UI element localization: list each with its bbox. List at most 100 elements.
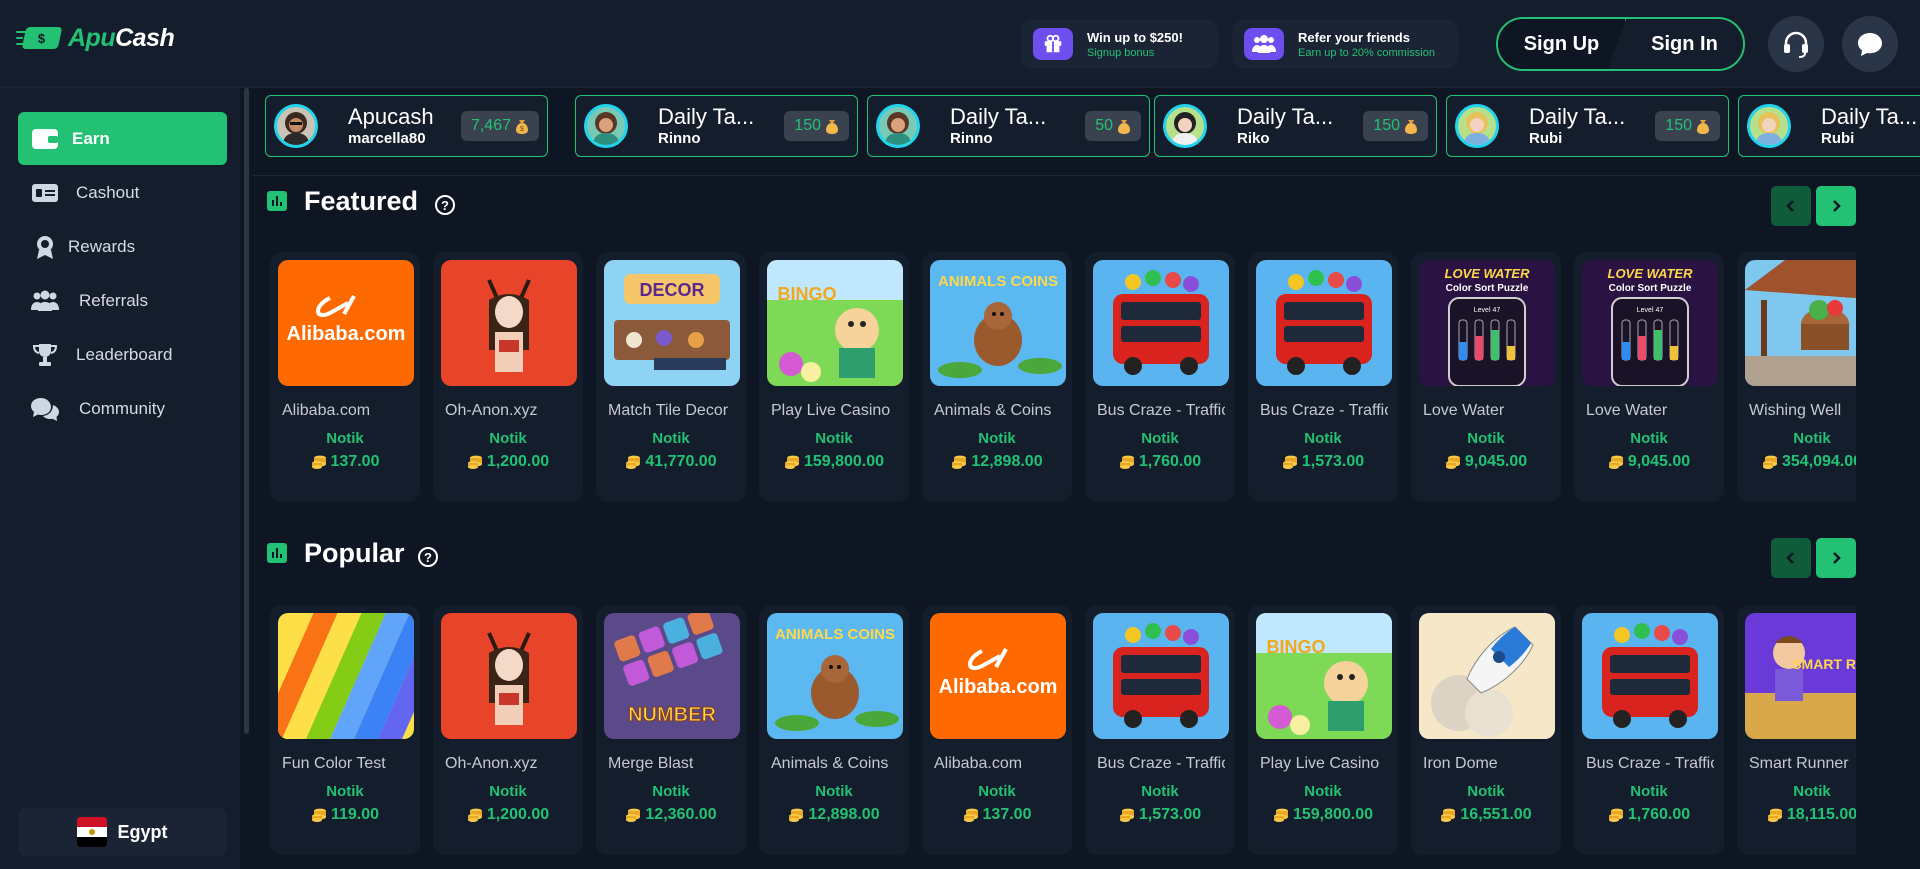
sign-up-button[interactable]: Sign Up (1498, 19, 1626, 69)
bar-chart-icon (267, 191, 287, 211)
offer-card[interactable]: Oh-Anon.xyz Notik 1,200.00 (433, 605, 583, 855)
coin-stack-icon (952, 455, 967, 469)
offer-reward: 159,800.00 (1248, 806, 1398, 824)
offer-reward: 354,094.00 (1737, 453, 1856, 471)
offer-card[interactable]: Bus Craze - Traffic Notik 1,760.00 (1085, 252, 1235, 502)
help-icon[interactable]: ? (435, 195, 455, 215)
sidebar-item-rewards[interactable]: Rewards (18, 220, 227, 273)
signup-bonus-promo[interactable]: Win up to $250! Signup bonus (1021, 20, 1218, 68)
sidebar-scrollbar[interactable] (244, 88, 249, 734)
offer-card[interactable]: Bus Craze - Traffic Notik 1,573.00 (1248, 252, 1398, 502)
user-avatar (274, 104, 318, 148)
ticker-username: Rubi (1821, 130, 1855, 147)
coin-stack-icon (1282, 455, 1297, 469)
apucash-logo[interactable]: $ ApuCash (16, 24, 175, 53)
help-icon[interactable]: ? (418, 547, 438, 567)
chat-bubble-icon (1858, 33, 1882, 56)
ticker-username: marcella80 (348, 130, 426, 147)
offer-reward: 18,115.00 (1737, 806, 1856, 824)
offer-provider: Notik (326, 430, 364, 447)
popular-next-button[interactable] (1816, 538, 1856, 578)
offer-reward: 1,573.00 (1248, 453, 1398, 471)
money-bag-icon (1405, 120, 1417, 134)
offer-card[interactable]: Bus Craze - Traffic Notik 1,573.00 (1085, 605, 1235, 855)
featured-next-button[interactable] (1816, 186, 1856, 226)
offer-card[interactable]: ANIMALS COINS Animals & Coins Notik 12,8… (922, 252, 1072, 502)
featured-prev-button[interactable] (1771, 186, 1811, 226)
svg-text:Level 47: Level 47 (1637, 307, 1664, 314)
offer-thumbnail: LOVE WATER Color Sort Puzzle Level 47 (1419, 260, 1555, 386)
offer-card[interactable]: DECOR Match Tile Decor Notik 41,770.00 (596, 252, 746, 502)
offer-card[interactable]: Bus Craze - Traffic Notik 1,760.00 (1574, 605, 1724, 855)
popular-prev-button[interactable] (1771, 538, 1811, 578)
ticker-card[interactable]: Daily Ta... Rinno 50 (867, 95, 1150, 157)
offer-provider: Notik (1467, 783, 1505, 800)
offer-reward: 119.00 (270, 806, 420, 824)
promo-title: Refer your friends (1298, 29, 1410, 45)
sidebar-item-community[interactable]: Community (18, 382, 227, 435)
offer-name: Bus Craze - Traffic (1586, 755, 1714, 772)
offer-provider: Notik (1141, 430, 1179, 447)
svg-text:Alibaba.com: Alibaba.com (939, 676, 1058, 698)
offer-card[interactable]: Iron Dome Notik 16,551.00 (1411, 605, 1561, 855)
bar-chart-icon (267, 543, 287, 563)
coin-stack-icon (311, 808, 326, 822)
chevron-right-icon (1833, 552, 1841, 564)
sidebar-item-label: Community (79, 399, 165, 418)
chevron-right-icon (1833, 200, 1841, 212)
sidebar-item-leaderboard[interactable]: Leaderboard (18, 328, 227, 381)
offer-card[interactable]: BINGO Play Live Casino Notik 159,800.00 (759, 252, 909, 502)
sidebar-item-label: Earn (72, 129, 110, 148)
offer-reward: 1,573.00 (1085, 806, 1235, 824)
section-title-featured: Featured (304, 186, 419, 216)
ticker-amount-badge: 7,467 $ (460, 111, 539, 141)
coin-stack-icon (784, 455, 799, 469)
trophy-icon (30, 342, 60, 368)
chevron-left-icon (1786, 552, 1794, 564)
headset-icon (1784, 31, 1808, 58)
svg-text:Alibaba.com: Alibaba.com (287, 323, 406, 345)
offer-name: Play Live Casino (1260, 755, 1380, 772)
offer-card[interactable]: LOVE WATER Color Sort Puzzle Level 47 Lo… (1574, 252, 1724, 502)
sidebar-item-earn[interactable]: Earn (18, 112, 227, 165)
offer-card[interactable]: ANIMALS COINS Animals & Coins Notik 12,8… (759, 605, 909, 855)
ticker-card[interactable]: Daily Ta... Rinno 150 (575, 95, 858, 157)
ticker-amount-badge: 50 (1085, 111, 1141, 141)
offer-card[interactable]: Alibaba.com Alibaba.com Notik 137.00 (270, 252, 420, 502)
svg-text:LOVE WATER: LOVE WATER (1445, 266, 1531, 281)
ticker-card[interactable]: Apucash marcella80 7,467 $ (265, 95, 548, 157)
offer-card[interactable]: LOVE WATER Color Sort Puzzle Level 47 Lo… (1411, 252, 1561, 502)
referral-promo[interactable]: Refer your friends Earn up to 20% commis… (1232, 20, 1458, 68)
ticker-card[interactable]: Daily Ta... Rubi 150 (1738, 95, 1920, 157)
ticker-card[interactable]: Daily Ta... Rubi 150 (1446, 95, 1729, 157)
offer-thumbnail (1582, 613, 1718, 739)
country-selector[interactable]: Egypt (18, 808, 227, 856)
offer-card[interactable]: BINGO Play Live Casino Notik 159,800.00 (1248, 605, 1398, 855)
sign-in-button[interactable]: Sign In (1612, 19, 1743, 69)
coin-stack-icon (626, 808, 641, 822)
coin-stack-icon (467, 808, 482, 822)
offer-card[interactable]: Fun Color Test Notik 119.00 (270, 605, 420, 855)
offer-card[interactable]: Wishing Well Notik 354,094.00 (1737, 252, 1856, 502)
offer-card[interactable]: Oh-Anon.xyz Notik 1,200.00 (433, 252, 583, 502)
ticker-card[interactable]: Daily Ta... Riko 150 (1154, 95, 1437, 157)
featured-offers-row: Alibaba.com Alibaba.com Notik 137.00 Oh-… (270, 252, 1856, 502)
coin-stack-icon (1608, 808, 1623, 822)
offer-provider: Notik (1141, 783, 1179, 800)
offer-name: Bus Craze - Traffic (1097, 402, 1225, 419)
svg-text:ANIMALS COINS: ANIMALS COINS (938, 273, 1058, 290)
svg-text:ANIMALS COINS: ANIMALS COINS (775, 626, 895, 643)
offer-name: Alibaba.com (282, 402, 371, 419)
sidebar-item-referrals[interactable]: Referrals (18, 274, 227, 327)
offer-name: Wishing Well (1749, 402, 1842, 419)
offer-name: Bus Craze - Traffic (1097, 755, 1225, 772)
offer-reward: 9,045.00 (1411, 453, 1561, 471)
cash-icon (30, 180, 60, 206)
sidebar-item-cashout[interactable]: Cashout (18, 166, 227, 219)
chat-button[interactable] (1842, 16, 1898, 72)
offer-card[interactable]: SMART RUNNER Smart Runner Notik 18,115.0… (1737, 605, 1856, 855)
offer-card[interactable]: Alibaba.com Alibaba.com Notik 137.00 (922, 605, 1072, 855)
ticker-username: Rubi (1529, 130, 1563, 147)
offer-card[interactable]: NUMBER Merge Blast Notik 12,360.00 (596, 605, 746, 855)
support-button[interactable] (1768, 16, 1824, 72)
